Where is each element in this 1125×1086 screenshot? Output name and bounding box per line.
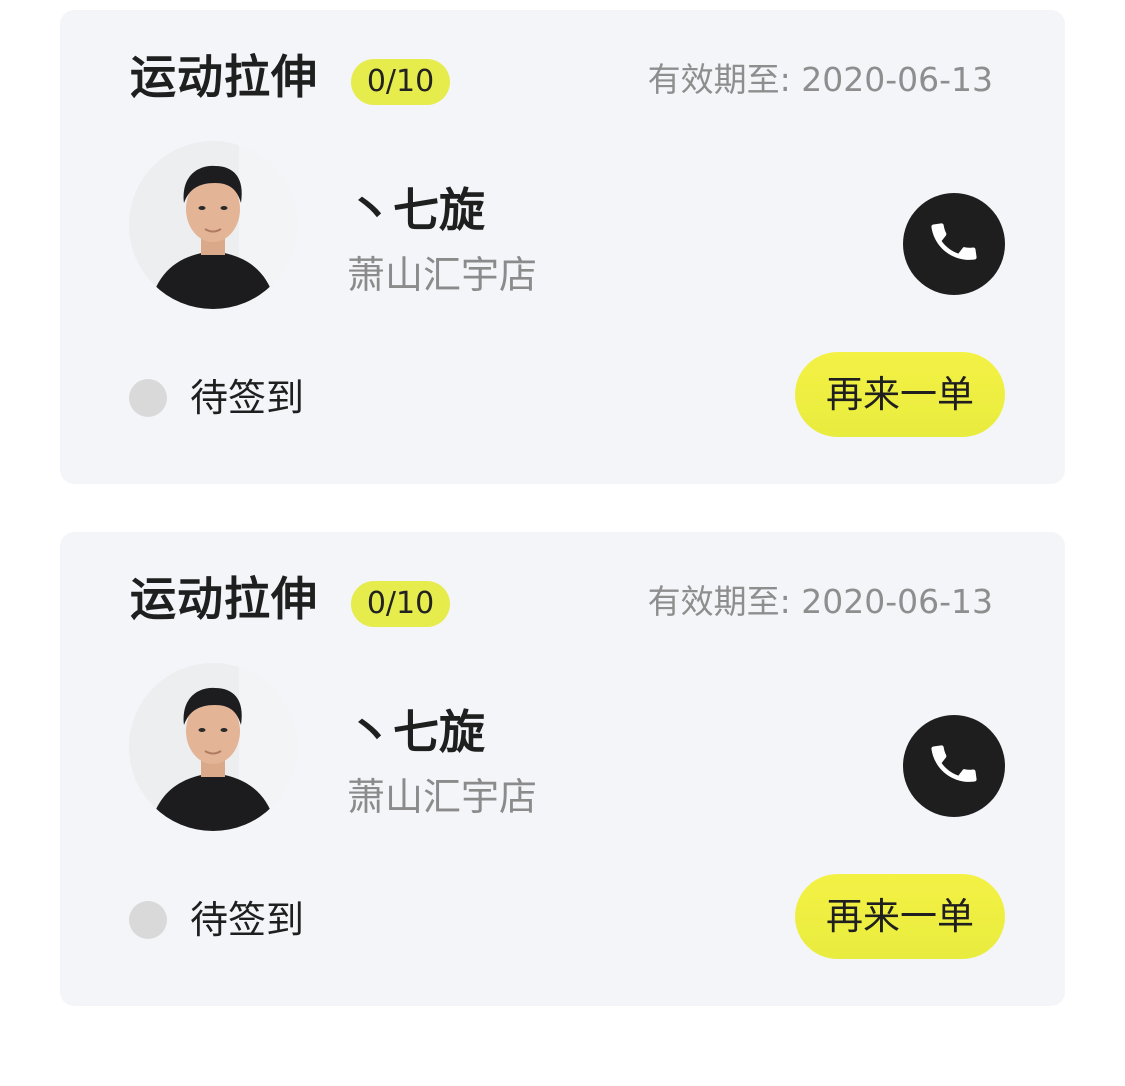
store-name: 萧山汇宇店: [347, 253, 538, 297]
coach-name: 丶七旋: [347, 183, 485, 237]
call-button[interactable]: [903, 193, 1005, 295]
order-card: 运动拉伸 0/10 有效期至: 2020-06-13 丶七旋 萧山汇宇店 待签到…: [60, 10, 1065, 484]
validity-label: 有效期至:: [647, 582, 791, 621]
session-count-badge: 0/10: [351, 59, 450, 105]
status-indicator: [129, 901, 167, 939]
check-in-status: 待签到: [190, 898, 305, 942]
status-indicator: [129, 379, 167, 417]
phone-icon: [927, 737, 981, 795]
reorder-button[interactable]: 再来一单: [795, 352, 1005, 437]
check-in-status: 待签到: [190, 376, 305, 420]
reorder-button[interactable]: 再来一单: [795, 874, 1005, 959]
store-name: 萧山汇宇店: [347, 775, 538, 819]
call-button[interactable]: [903, 715, 1005, 817]
validity-text: 有效期至: 2020-06-13: [648, 585, 993, 618]
coach-avatar[interactable]: [129, 141, 297, 309]
validity-date: 2020-06-13: [801, 60, 993, 99]
course-title: 运动拉伸: [130, 572, 318, 626]
phone-icon: [927, 215, 981, 273]
session-count-badge: 0/10: [351, 581, 450, 627]
coach-avatar[interactable]: [129, 663, 297, 831]
validity-label: 有效期至:: [647, 60, 791, 99]
validity-text: 有效期至: 2020-06-13: [648, 63, 993, 96]
order-card: 运动拉伸 0/10 有效期至: 2020-06-13 丶七旋 萧山汇宇店 待签到…: [60, 532, 1065, 1006]
coach-name: 丶七旋: [347, 705, 485, 759]
course-title: 运动拉伸: [130, 50, 318, 104]
validity-date: 2020-06-13: [801, 582, 993, 621]
